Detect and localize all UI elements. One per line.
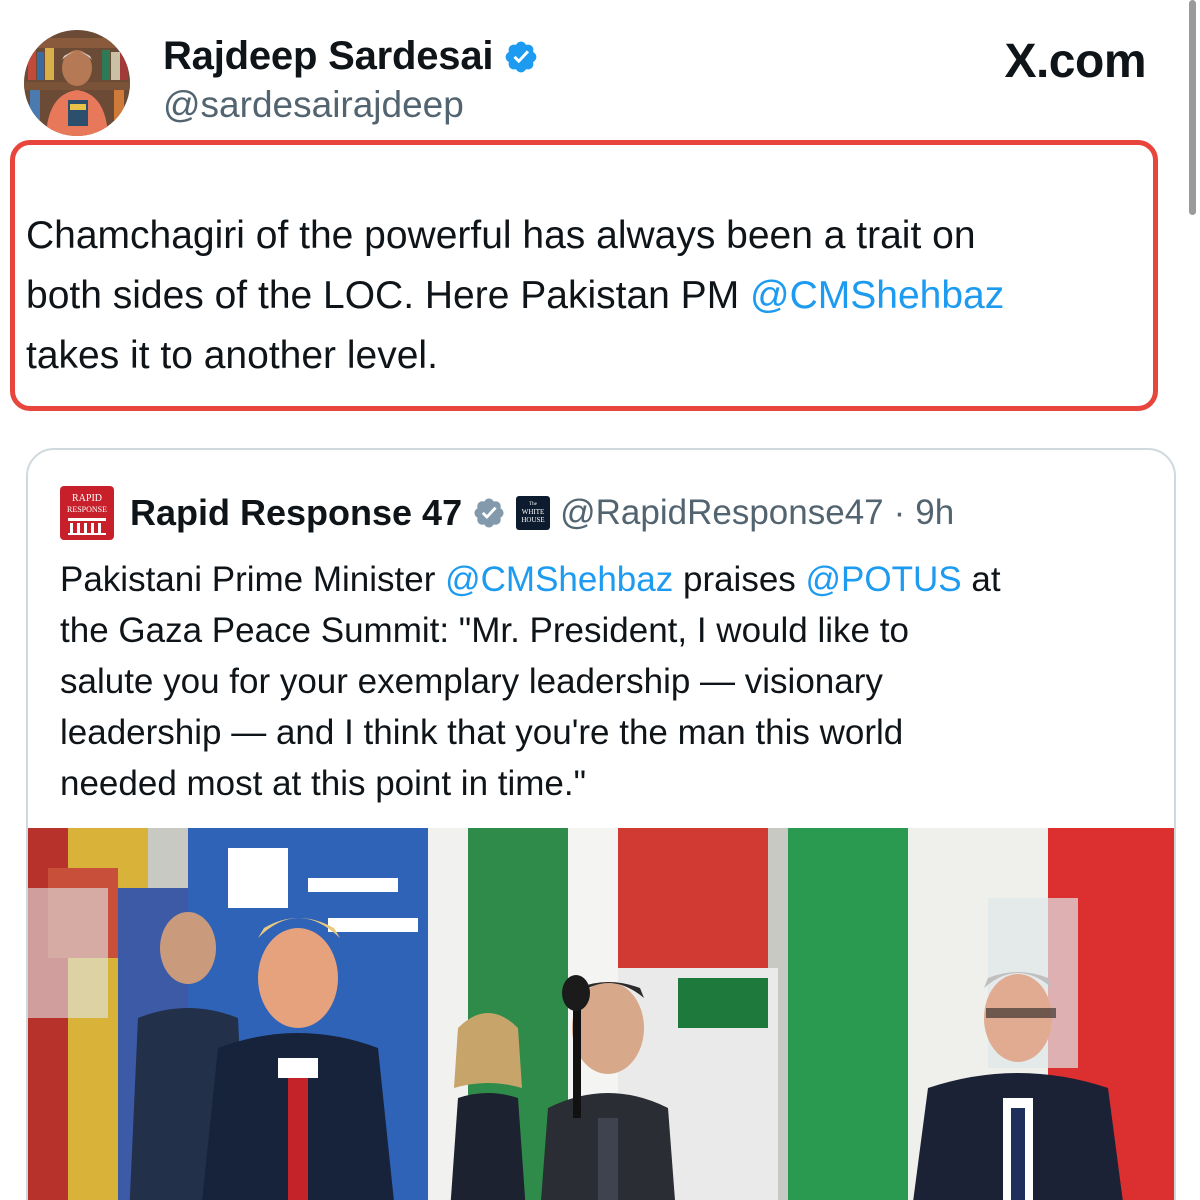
brand-watermark: X.com <box>1004 35 1146 88</box>
tweet-mention-link[interactable]: @CMShehbaz <box>750 274 1004 317</box>
tweet-text: Chamchagiri of the powerful has always b… <box>26 206 1176 386</box>
rr-logo-text-top: RAPID <box>72 493 102 504</box>
quoted-line-3: salute you for your exemplary leadership… <box>60 662 883 701</box>
rr-logo-text-bottom: RESPONSE <box>67 505 107 514</box>
rapid-response-logo[interactable]: RAPID RESPONSE <box>60 486 114 540</box>
quoted-tweet-card[interactable]: RAPID RESPONSE Rapid Response 47 The WHI… <box>26 448 1176 1200</box>
summit-photo <box>28 828 1174 1200</box>
tweet-line-2: both sides of the LOC. Here Pakistan PM … <box>26 266 1176 326</box>
scrollbar[interactable] <box>1189 0 1196 215</box>
quoted-media-image[interactable] <box>28 828 1174 1200</box>
quoted-tweet-text: Pakistani Prime Minister @CMShehbaz prai… <box>60 554 1160 809</box>
wh-badge-text-top: The <box>529 502 538 507</box>
author-handle[interactable]: @sardesairajdeep <box>163 84 464 126</box>
tweet-line-3: takes it to another level. <box>26 334 438 377</box>
quoted-line-2: the Gaza Peace Summit: "Mr. President, I… <box>60 611 909 650</box>
quoted-author-name[interactable]: Rapid Response 47 <box>130 492 462 534</box>
white-house-affiliate-icon[interactable]: The WHITE HOUSE <box>516 496 551 530</box>
quoted-mention-cmshehbaz[interactable]: @CMShehbaz <box>445 560 673 599</box>
quoted-line-5: needed most at this point in time." <box>60 764 587 803</box>
quoted-author-handle[interactable]: @RapidResponse47 <box>560 493 884 533</box>
gray-verified-badge-icon <box>472 496 506 530</box>
author-avatar[interactable] <box>24 30 130 136</box>
quoted-line-4: leadership — and I think that you're the… <box>60 713 904 752</box>
quoted-separator: · <box>893 493 906 532</box>
tweet-line-2-text: both sides of the LOC. Here Pakistan PM <box>26 274 751 317</box>
wh-badge-text-mid: WHITE <box>522 508 545 516</box>
quoted-line-1c: at <box>961 560 1001 599</box>
author-name-row: Rajdeep Sardesai <box>163 34 539 79</box>
quoted-line-1: Pakistani Prime Minister @CMShehbaz prai… <box>60 554 1160 605</box>
quoted-tweet-header: RAPID RESPONSE Rapid Response 47 The WHI… <box>60 486 954 540</box>
tweet-line-1: Chamchagiri of the powerful has always b… <box>26 214 976 257</box>
verified-badge-icon <box>503 39 539 75</box>
author-name[interactable]: Rajdeep Sardesai <box>163 34 493 79</box>
avatar-photo <box>24 30 130 136</box>
quoted-timestamp[interactable]: 9h <box>915 493 954 533</box>
quoted-line-1b: praises <box>673 560 806 599</box>
quoted-line-1a: Pakistani Prime Minister <box>60 560 446 599</box>
quoted-mention-potus[interactable]: @POTUS <box>806 560 962 599</box>
wh-badge-text-bottom: HOUSE <box>521 516 544 524</box>
